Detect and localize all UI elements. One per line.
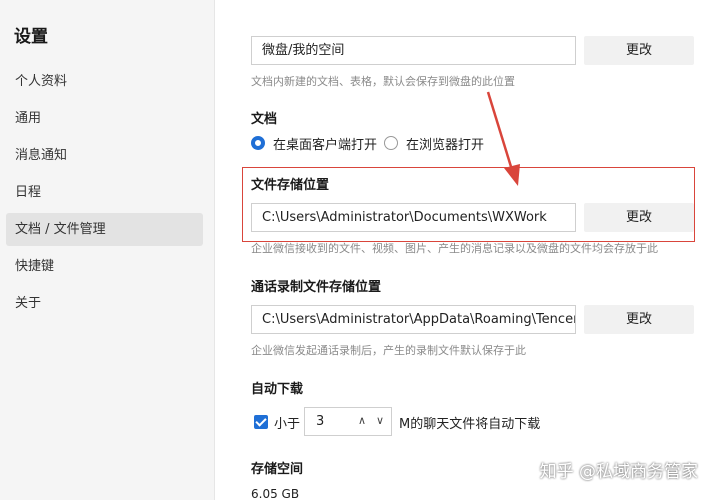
annotation-arrow xyxy=(486,91,520,186)
annotation-arrow-line xyxy=(486,91,514,171)
annotation-arrow-head xyxy=(504,164,520,186)
watermark-text: 知乎 @私域商务管家 xyxy=(539,462,698,482)
